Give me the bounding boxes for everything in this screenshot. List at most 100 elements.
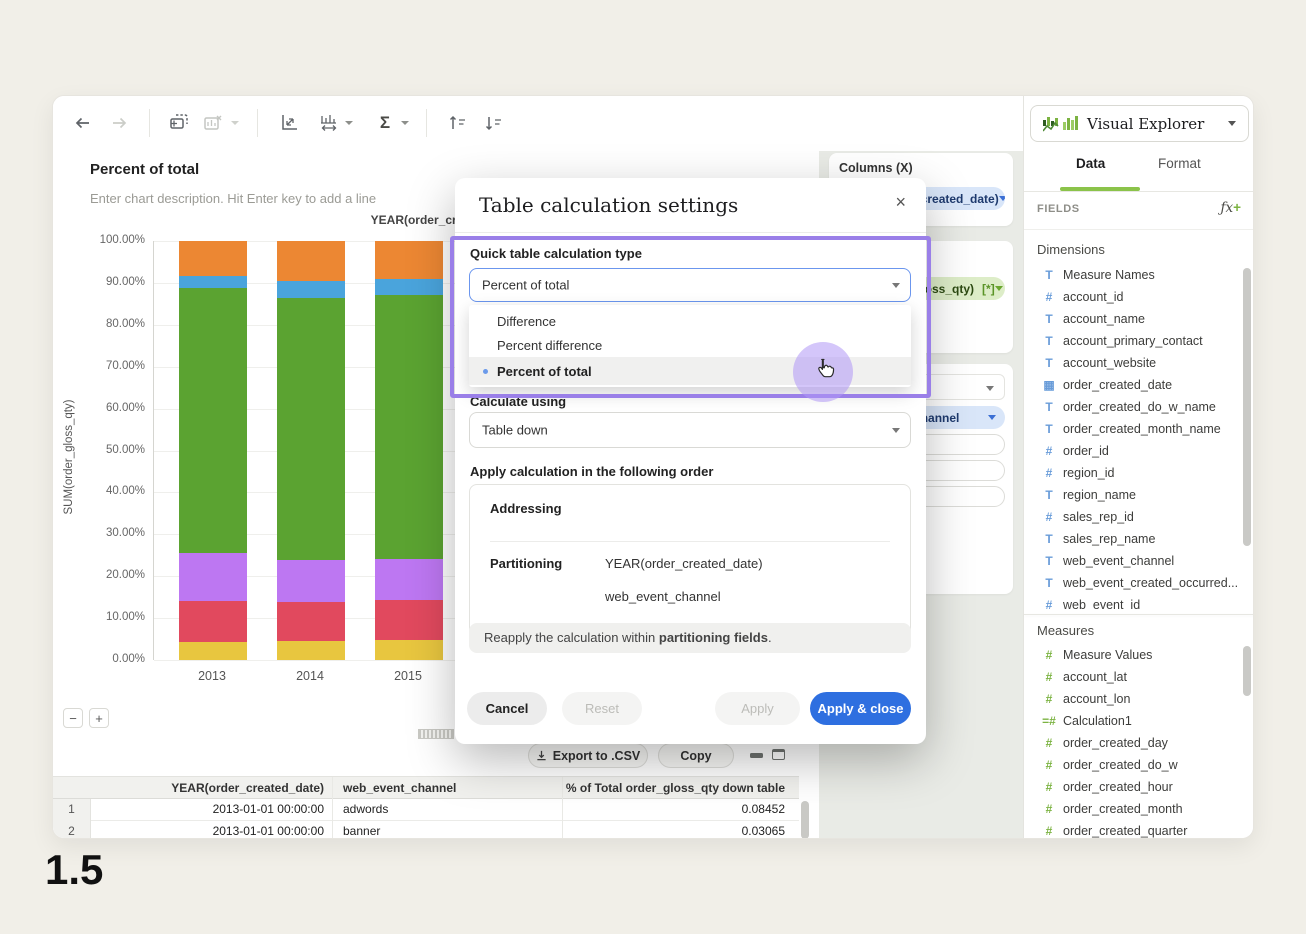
bar-segment-segment-yellow[interactable]: [277, 641, 345, 660]
field-label: order_created_date: [1063, 378, 1172, 392]
measure-field-item[interactable]: # account_lat: [1024, 666, 1242, 688]
table-row[interactable]: 2 2013-01-01 00:00:00 banner 0.03065: [53, 821, 799, 839]
bar-segment-segment-purple[interactable]: [375, 559, 443, 599]
dimension-field-item[interactable]: T order_created_do_w_name: [1024, 396, 1242, 418]
bar-segment-segment-green[interactable]: [277, 298, 345, 560]
toolbar-divider: [426, 109, 427, 137]
zoom-in-button[interactable]: +: [89, 708, 109, 728]
dropdown-option[interactable]: Difference: [469, 309, 911, 333]
swap-axes-icon[interactable]: [275, 109, 303, 137]
dimension-field-item[interactable]: T region_name: [1024, 484, 1242, 506]
chip-caret-icon[interactable]: [999, 196, 1005, 201]
measure-field-item[interactable]: # order_created_hour: [1024, 776, 1242, 798]
dimension-field-item[interactable]: T account_name: [1024, 308, 1242, 330]
dimension-field-item[interactable]: # account_id: [1024, 286, 1242, 308]
field-type-icon: T: [1042, 312, 1056, 326]
bar-segment-segment-orange[interactable]: [179, 241, 247, 276]
bar-segment-segment-blue[interactable]: [277, 281, 345, 299]
measures-scrollbar[interactable]: [1243, 646, 1251, 696]
field-label: order_created_day: [1063, 736, 1168, 750]
measure-field-item[interactable]: # order_created_day: [1024, 732, 1242, 754]
duplicate-chart-icon[interactable]: [165, 109, 193, 137]
measure-field-item[interactable]: # order_created_do_w: [1024, 754, 1242, 776]
zoom-out-button[interactable]: −: [63, 708, 83, 728]
field-type-icon: #: [1042, 444, 1056, 458]
bar-segment-segment-blue[interactable]: [179, 276, 247, 289]
bar-segment-segment-orange[interactable]: [375, 241, 443, 279]
tab-format[interactable]: Format: [1158, 156, 1201, 171]
fields-label: FIELDS: [1037, 203, 1080, 215]
dimension-field-item[interactable]: T Measure Names: [1024, 264, 1242, 286]
copy-button[interactable]: Copy: [658, 743, 734, 768]
table-header-pct-total[interactable]: % of Total order_gloss_qty down table: [563, 777, 793, 799]
expand-table-icon[interactable]: [772, 749, 785, 760]
calculate-using-select[interactable]: Table down: [469, 412, 911, 448]
y-tick-label: 0.00%: [75, 653, 145, 665]
back-icon[interactable]: [69, 109, 97, 137]
apply-close-button[interactable]: Apply & close: [810, 692, 911, 725]
aggregate-caret-icon[interactable]: [401, 121, 409, 125]
element-type-button[interactable]: Visual Explorer: [1030, 105, 1249, 142]
table-header-year[interactable]: YEAR(order_created_date): [91, 777, 333, 799]
bar-segment-segment-red[interactable]: [277, 602, 345, 641]
table-header-row: YEAR(order_created_date) web_event_chann…: [53, 776, 799, 799]
chart-type-icon[interactable]: [315, 109, 343, 137]
element-type-label: Visual Explorer: [1087, 115, 1204, 133]
cell-channel: adwords: [333, 799, 563, 821]
dimension-field-item[interactable]: # sales_rep_id: [1024, 506, 1242, 528]
dimension-field-item[interactable]: # web_event_id: [1024, 594, 1242, 609]
close-icon[interactable]: ×: [895, 192, 906, 213]
dimensions-scrollbar[interactable]: [1243, 268, 1251, 546]
bar-segment-segment-purple[interactable]: [179, 553, 247, 600]
bar-segment-segment-red[interactable]: [179, 601, 247, 642]
dimension-field-item[interactable]: T order_created_month_name: [1024, 418, 1242, 440]
collapse-table-icon[interactable]: [750, 753, 763, 758]
measure-field-item[interactable]: # Measure Values: [1024, 644, 1242, 666]
aggregate-sigma-icon[interactable]: Σ: [371, 109, 399, 137]
bar-segment-segment-yellow[interactable]: [375, 640, 443, 660]
cancel-button[interactable]: Cancel: [467, 692, 547, 725]
bar-segment-segment-yellow[interactable]: [179, 642, 247, 660]
tab-data[interactable]: Data: [1076, 156, 1105, 171]
add-calculation-icon[interactable]: ƒx+: [1220, 200, 1241, 216]
dimension-field-item[interactable]: T sales_rep_name: [1024, 528, 1242, 550]
chip-caret-icon[interactable]: [988, 415, 996, 420]
bar-segment-segment-green[interactable]: [375, 295, 443, 559]
chevron-down-icon: [892, 283, 900, 288]
measure-field-item[interactable]: # account_lon: [1024, 688, 1242, 710]
field-type-icon: #: [1042, 824, 1056, 838]
field-type-icon: #: [1042, 598, 1056, 609]
bar-segment-segment-red[interactable]: [375, 600, 443, 640]
modal-title: Table calculation settings: [479, 193, 738, 217]
bar-segment-segment-green[interactable]: [179, 288, 247, 553]
measure-field-item[interactable]: =# Calculation1: [1024, 710, 1242, 732]
table-scrollbar[interactable]: [801, 801, 809, 839]
measure-field-item[interactable]: # order_created_month: [1024, 798, 1242, 820]
dimension-field-item[interactable]: T account_website: [1024, 352, 1242, 374]
measure-field-item[interactable]: # order_created_quarter: [1024, 820, 1242, 839]
dimension-field-item[interactable]: ▦ order_created_date: [1024, 374, 1242, 396]
bar-segment-segment-blue[interactable]: [375, 279, 443, 296]
chip-caret-icon[interactable]: [995, 286, 1003, 291]
dimension-field-item[interactable]: T web_event_created_occurred...: [1024, 572, 1242, 594]
dimension-field-item[interactable]: # order_id: [1024, 440, 1242, 462]
sort-descending-icon[interactable]: [479, 109, 507, 137]
dimension-field-item[interactable]: # region_id: [1024, 462, 1242, 484]
chart-type-caret-icon[interactable]: [345, 121, 353, 125]
export-csv-button[interactable]: Export to .CSV: [528, 743, 648, 768]
y-tick-label: 30.00%: [75, 527, 145, 539]
stacked-bar-2014: [277, 241, 345, 660]
table-header-channel[interactable]: web_event_channel: [333, 777, 563, 799]
panel-resize-handle[interactable]: [418, 729, 454, 739]
dimension-field-item[interactable]: T account_primary_contact: [1024, 330, 1242, 352]
apply-order-box: Addressing Partitioning YEAR(order_creat…: [469, 484, 911, 636]
quick-calc-select[interactable]: Percent of total: [469, 268, 911, 302]
stacked-bar-2015: [375, 241, 443, 660]
bar-segment-segment-orange[interactable]: [277, 241, 345, 281]
chart-description-placeholder[interactable]: Enter chart description. Hit Enter key t…: [90, 191, 376, 206]
screen: Σ Percent of total Enter chart descripti…: [0, 0, 1306, 934]
table-row[interactable]: 1 2013-01-01 00:00:00 adwords 0.08452: [53, 799, 799, 821]
sort-ascending-icon[interactable]: [443, 109, 471, 137]
bar-segment-segment-purple[interactable]: [277, 560, 345, 602]
dimension-field-item[interactable]: T web_event_channel: [1024, 550, 1242, 572]
